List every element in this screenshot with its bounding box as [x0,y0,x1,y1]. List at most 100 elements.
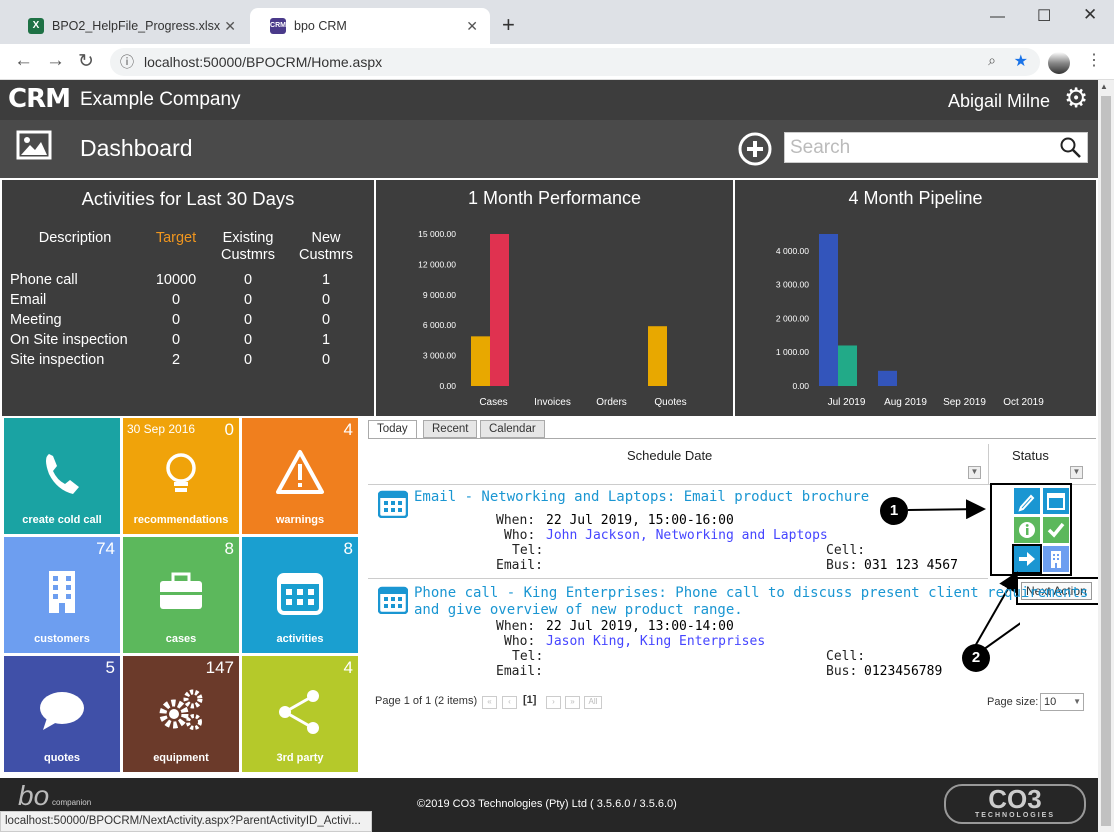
tab-calendar[interactable]: Calendar [480,420,545,438]
company-button[interactable] [1043,546,1069,572]
tile-activities[interactable]: 8 activities [242,537,358,653]
browser-tab-crm[interactable]: CRM bpo CRM ✕ [250,8,490,44]
x-tick-label: Invoices [534,397,571,408]
tile-create-cold-call[interactable]: create cold call [4,418,120,534]
cell-existing: 0 [243,332,253,348]
tile-recommendations[interactable]: 30 Sep 2016 0 recommendations [123,418,239,534]
minimize-button[interactable]: — [990,8,1005,25]
all-pages-button[interactable]: All [584,696,602,709]
gear-icon[interactable]: ⚙ [1064,83,1088,114]
bookmark-star-icon[interactable]: ★ [1014,51,1028,71]
phone-icon [46,454,79,494]
cell-existing: 0 [243,352,253,368]
cell-existing: 0 [243,312,253,328]
chart-bar[interactable] [471,336,490,386]
cell-label: Cell: [826,649,866,664]
chart-bar[interactable] [838,345,857,386]
search-icon[interactable] [1060,137,1082,159]
filter-dropdown-icon[interactable]: ▼ [968,466,981,479]
prev-page-button[interactable]: ‹ [502,696,517,709]
y-tick-label: 2 000.00 [776,313,809,323]
co3-logo: CO3 TECHNOLOGIES [944,784,1086,824]
page-size-select[interactable]: 10 ▼ [1040,693,1084,711]
cell-new: 0 [321,352,331,368]
maximize-button[interactable]: ☐ [1037,6,1051,26]
chart-title: 1 Month Performance [467,188,642,208]
menu-icon[interactable]: ⋮ [1086,50,1102,70]
tile-label: equipment [153,752,209,764]
next-page-button[interactable]: › [546,696,561,709]
col-target: Target [155,230,197,246]
add-circle-icon[interactable] [738,132,772,166]
chart-bar[interactable] [490,234,509,386]
when-label: When: [496,513,536,528]
close-tab-icon[interactable]: ✕ [224,18,236,35]
browser-tab-excel[interactable]: X BPO2_HelpFile_Progress.xlsx ✕ [8,8,248,44]
speech-bubble-icon [40,692,84,730]
tab-label: bpo CRM [294,19,347,33]
first-page-button[interactable]: « [482,696,497,709]
forward-icon[interactable]: → [46,50,65,72]
image-icon[interactable] [16,130,52,160]
table-header-row: Description Target Existing Custmrs New … [6,228,364,266]
browser-tab-bar: X BPO2_HelpFile_Progress.xlsx ✕ CRM bpo … [0,0,1114,44]
tile-3rd-party[interactable]: 4 3rd party [242,656,358,772]
back-icon[interactable]: ← [14,50,33,72]
vertical-scrollbar[interactable]: ▲ [1098,80,1114,832]
activity-title-link-line2[interactable]: and give overview of new product range. [414,602,743,618]
user-name[interactable]: Abigail Milne [948,91,1050,112]
tel-label: Tel: [512,543,544,558]
activities-table: Description Target Existing Custmrs New … [6,228,364,370]
complete-button[interactable] [1043,517,1069,543]
filter-dropdown-icon[interactable]: ▼ [1070,466,1083,479]
current-page[interactable]: [1] [523,694,536,706]
lightbulb-icon [166,453,196,492]
crm-logo[interactable]: CRM [8,84,71,114]
scroll-up-icon[interactable]: ▲ [1100,82,1108,91]
who-link[interactable]: John Jackson, Networking and Laptops [546,528,828,543]
close-window-button[interactable]: ✕ [1083,5,1097,25]
y-tick-label: 1 000.00 [776,347,809,357]
calendar-icon [378,490,408,518]
chart-bar[interactable] [648,326,667,386]
y-tick-label: 6 000.00 [423,320,456,330]
col-schedule-date[interactable]: Schedule Date [627,448,712,463]
tile-warnings[interactable]: 4 warnings [242,418,358,534]
info-icon[interactable]: ⓘ [120,52,134,72]
col-status[interactable]: Status [1012,448,1049,463]
close-tab-icon[interactable]: ✕ [466,18,478,35]
tile-label: quotes [43,752,81,764]
tile-label: warnings [275,514,325,526]
share-icon [279,690,319,734]
activity-title-link[interactable]: Phone call - King Enterprises: Phone cal… [414,585,1088,601]
search-input[interactable]: Search [784,132,1088,163]
tile-equipment[interactable]: 147 equipment [123,656,239,772]
scrollbar-thumb[interactable] [1101,96,1111,826]
chart-bar[interactable] [819,234,838,386]
calendar-icon [378,586,408,614]
last-page-button[interactable]: » [565,696,580,709]
x-tick-label: Quotes [654,397,686,408]
tile-customers[interactable]: 74 customers [4,537,120,653]
bus-label: Bus: [826,664,858,679]
activity-title-link[interactable]: Email - Networking and Laptops: Email pr… [414,489,869,505]
dashboard-bar: Dashboard Search [0,120,1098,178]
zoom-icon[interactable]: ⌕ [988,52,996,69]
y-tick-label: 12 000.00 [418,259,456,269]
url-input[interactable]: ⓘ localhost:50000/BPOCRM/Home.aspx ⌕ ★ [110,48,1040,76]
when-value: 22 Jul 2019, 15:00-16:00 [546,513,734,528]
x-tick-label: Orders [596,397,627,408]
chart-bar[interactable] [878,370,897,386]
reload-icon[interactable]: ↻ [78,50,94,73]
who-link[interactable]: Jason King, King Enterprises [546,634,765,649]
new-tab-button[interactable]: + [502,12,515,38]
reschedule-button[interactable] [1043,488,1069,514]
table-row: Meeting 0 0 0 [6,310,364,330]
tab-today[interactable]: Today [368,420,417,438]
tile-quotes[interactable]: 5 quotes [4,656,120,772]
profile-avatar[interactable] [1048,52,1070,74]
tile-cases[interactable]: 8 cases [123,537,239,653]
tab-recent[interactable]: Recent [423,420,478,438]
tile-count: 4 [343,658,353,677]
y-tick-label: 9 000.00 [423,290,456,300]
